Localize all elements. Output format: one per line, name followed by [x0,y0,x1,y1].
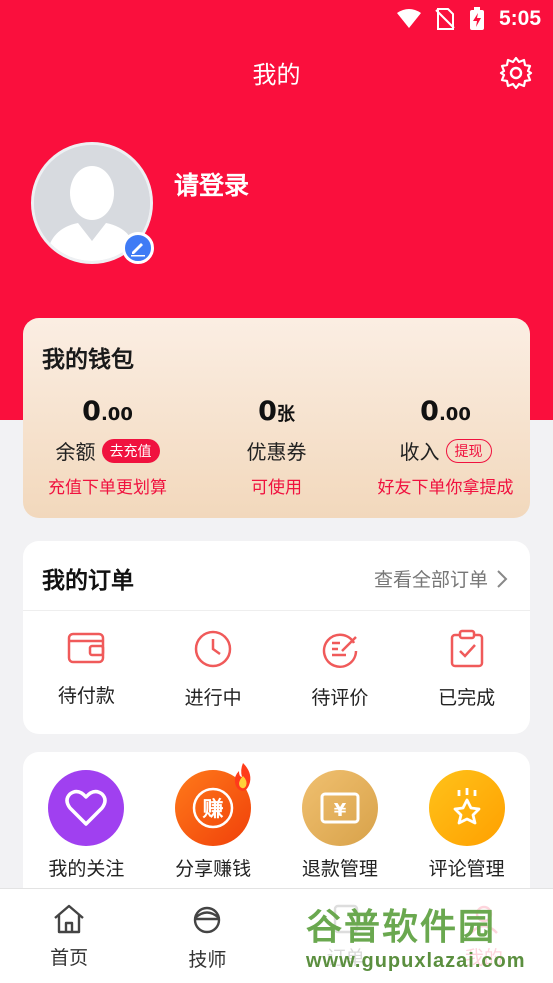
home-icon [54,904,84,934]
edit-profile-button[interactable] [122,232,154,264]
svg-text:¥: ¥ [334,800,347,821]
settings-gear-icon[interactable] [499,56,533,90]
balance-promo: 充值下单更划算 [48,478,167,498]
income-amount: 0.00 [420,396,471,427]
wallet-title: 我的钱包 [42,347,134,373]
wallet-coupon[interactable]: 0张 优惠券 可使用 [192,396,361,498]
heart-icon [48,770,125,846]
service-share-earn[interactable]: 赚 分享赚钱 [150,763,277,881]
order-to-review[interactable]: 待评价 [277,629,404,710]
wifi-icon [396,9,421,28]
star-icon [428,770,505,846]
chevron-right-icon [497,569,508,588]
withdraw-button[interactable]: 提现 [445,438,492,463]
clock-icon [194,630,232,668]
wallet-balance[interactable]: 0.00 余额 去充值 充值下单更划算 [23,396,192,498]
wallet-income[interactable]: 0.00 收入 提现 好友下单你拿提成 [361,396,530,498]
orders-card: 我的订单 查看全部订单 待付款 进行中 待评价 已完成 [23,541,530,734]
watermark: 谷普软件园 www.gupuxlazai.com [300,892,553,978]
watermark-url: www.gupuxlazai.com [306,949,526,972]
clipboard-check-icon [450,629,483,668]
status-bar: 5:05 [0,0,553,38]
status-time: 5:05 [498,7,541,30]
refund-icon: ¥ [301,770,378,846]
tab-technician[interactable]: 技师 [138,889,276,983]
order-in-progress[interactable]: 进行中 [150,629,277,710]
income-label: 收入 [399,440,440,464]
order-completed[interactable]: 已完成 [403,629,530,710]
coupon-label: 优惠券 [246,440,307,464]
wallet-card: 我的钱包 0.00 余额 去充值 充值下单更划算 0张 优惠券 可使用 0.00… [23,318,530,518]
battery-charging-icon [469,7,484,30]
orders-title: 我的订单 [42,568,134,594]
review-icon [322,633,358,668]
order-pending-payment[interactable]: 待付款 [23,629,150,710]
view-all-orders-link[interactable]: 查看全部订单 [374,565,508,592]
wallet-icon [68,632,105,664]
service-refund[interactable]: ¥ 退款管理 [277,770,404,881]
service-reviews[interactable]: 评论管理 [403,770,530,881]
fire-icon [234,763,251,791]
recharge-button[interactable]: 去充值 [101,438,160,463]
tab-home[interactable]: 首页 [0,889,138,983]
coupon-sub: 可使用 [251,478,302,498]
login-link[interactable]: 请登录 [174,166,249,202]
balance-label: 余额 [55,440,96,464]
income-promo: 好友下单你拿提成 [377,478,514,498]
svg-text:赚: 赚 [203,797,224,821]
no-sim-icon [435,8,455,30]
coupon-count: 0张 [258,396,295,427]
watermark-text: 谷普软件园 [306,905,497,947]
technician-icon [194,906,221,934]
page-title: 我的 [252,61,301,89]
service-follows[interactable]: 我的关注 [23,770,150,881]
balance-amount: 0.00 [82,396,133,427]
pencil-icon [131,243,145,257]
